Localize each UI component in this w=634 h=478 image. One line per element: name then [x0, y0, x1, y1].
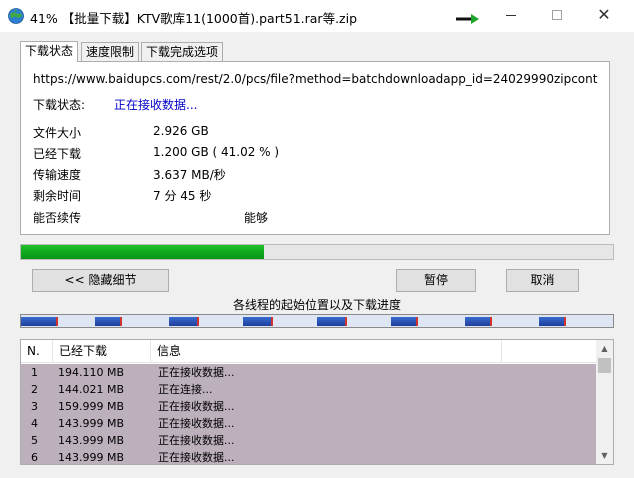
row-downloaded: 143.999 MB: [58, 417, 125, 430]
cancel-button[interactable]: 取消: [506, 269, 579, 292]
maximize-icon: [552, 10, 562, 20]
speed-label: 传输速度: [33, 168, 82, 182]
progress-fill: [21, 245, 264, 259]
row-info: 正在接收数据...: [158, 451, 235, 464]
scroll-down-icon[interactable]: ▼: [596, 447, 613, 464]
pause-button[interactable]: 暂停: [396, 269, 476, 292]
thread-segment: [243, 317, 273, 326]
row-info: 正在接收数据...: [158, 366, 235, 379]
window-title: 41% 【批量下载】KTV歌库11(1000首).part51.rar等.zip: [30, 11, 358, 26]
table-row[interactable]: 1 194.110 MB 正在接收数据...: [21, 364, 596, 381]
row-info: 正在接收数据...: [158, 400, 235, 413]
thread-segment: [169, 317, 199, 326]
thread-progress-bar: [20, 314, 614, 328]
table-row[interactable]: 3 159.999 MB 正在接收数据...: [21, 398, 596, 415]
status-panel: https://www.baidupcs.com/rest/2.0/pcs/fi…: [20, 61, 610, 235]
resume-label: 能否续传: [33, 211, 82, 225]
remaining-time-value: 7 分 45 秒: [153, 189, 212, 203]
thread-segment: [21, 317, 58, 326]
file-size-label: 文件大小: [33, 126, 82, 140]
row-number: 5: [31, 434, 38, 447]
download-url: https://www.baidupcs.com/rest/2.0/pcs/fi…: [33, 72, 598, 86]
header-info[interactable]: 信息: [151, 340, 502, 363]
status-label: 下载状态:: [33, 98, 86, 112]
scroll-up-icon[interactable]: ▲: [596, 340, 613, 357]
row-downloaded: 143.999 MB: [58, 451, 125, 464]
remaining-time-label: 剩余时间: [33, 189, 82, 203]
row-info: 正在接收数据...: [158, 434, 235, 447]
thread-segment: [465, 317, 492, 326]
close-icon: ✕: [597, 5, 611, 24]
row-number: 3: [31, 400, 38, 413]
tab-download-status[interactable]: 下载状态: [20, 41, 79, 62]
row-downloaded: 144.021 MB: [58, 383, 125, 396]
table-row[interactable]: 6 143.999 MB 正在接收数据...: [21, 449, 596, 464]
maximize-button[interactable]: [538, 0, 578, 32]
thread-segment: [317, 317, 347, 326]
row-info: 正在连接...: [158, 383, 213, 396]
globe-app-icon: [8, 8, 24, 24]
downloaded-value: 1.200 GB ( 41.02 % ): [153, 145, 280, 159]
threads-caption: 各线程的起始位置以及下载进度: [232, 298, 401, 312]
vertical-scrollbar[interactable]: ▲ ▼: [596, 340, 613, 464]
hide-details-button[interactable]: << 隐藏细节: [32, 269, 169, 292]
close-button[interactable]: ✕: [584, 0, 624, 32]
row-downloaded: 159.999 MB: [58, 400, 125, 413]
row-downloaded: 143.999 MB: [58, 434, 125, 447]
tab-completion-options[interactable]: 下载完成选项: [141, 42, 224, 62]
list-header: N. 已经下载 信息: [21, 340, 596, 363]
speed-value: 3.637 MB/秒: [153, 168, 226, 182]
table-row[interactable]: 2 144.021 MB 正在连接...: [21, 381, 596, 398]
table-row[interactable]: 5 143.999 MB 正在接收数据...: [21, 432, 596, 449]
row-number: 4: [31, 417, 38, 430]
tab-speed-limit[interactable]: 速度限制: [81, 42, 140, 62]
title-bar: 41% 【批量下载】KTV歌库11(1000首).part51.rar等.zip…: [0, 0, 634, 32]
minimize-button[interactable]: [492, 0, 532, 32]
thread-list[interactable]: N. 已经下载 信息 1 194.110 MB 正在接收数据... 2 144.021 …: [20, 339, 614, 465]
row-number: 1: [31, 366, 38, 379]
thread-segment: [95, 317, 122, 326]
downloaded-label: 已经下载: [33, 147, 82, 161]
resume-value: 能够: [244, 211, 269, 225]
header-number[interactable]: N.: [21, 340, 53, 363]
file-size-value: 2.926 GB: [153, 124, 209, 138]
scroll-thumb[interactable]: [598, 358, 611, 373]
arrow-right-icon[interactable]: [454, 12, 480, 26]
status-value: 正在接收数据...: [114, 98, 198, 112]
thread-segment: [391, 317, 418, 326]
row-info: 正在接收数据...: [158, 417, 235, 430]
row-downloaded: 194.110 MB: [58, 366, 125, 379]
header-downloaded[interactable]: 已经下载: [53, 340, 151, 363]
download-progress-bar: [20, 244, 614, 260]
row-number: 2: [31, 383, 38, 396]
row-number: 6: [31, 451, 38, 464]
minimize-icon: [506, 15, 516, 16]
thread-segment: [539, 317, 566, 326]
table-row[interactable]: 4 143.999 MB 正在接收数据...: [21, 415, 596, 432]
